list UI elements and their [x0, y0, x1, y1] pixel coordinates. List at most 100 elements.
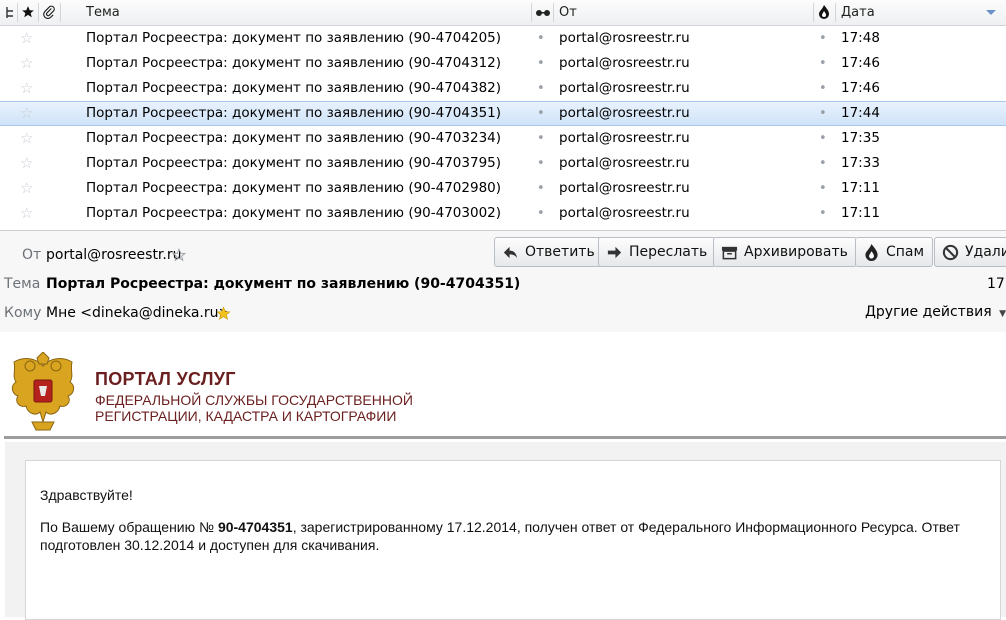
to-value[interactable]: Мне <dineka@dineka.ru>	[46, 305, 230, 321]
junk-dot-icon[interactable]: •	[819, 102, 827, 125]
unread-dot-icon[interactable]: •	[537, 151, 545, 176]
more-actions-label: Другие действия	[864, 304, 992, 320]
content-box: Здравствуйте! По Вашему обращению № 90-4…	[25, 460, 1001, 620]
message-time: 17:	[987, 276, 1006, 292]
read-column-header[interactable]	[535, 0, 551, 25]
unread-dot-icon[interactable]: •	[537, 76, 545, 101]
paperclip-icon	[43, 5, 55, 19]
message-row[interactable]: ☆ Портал Росреестра: документ по заявлени…	[0, 26, 1006, 51]
glasses-icon	[536, 10, 550, 16]
message-date: 17:46	[841, 55, 880, 71]
message-sender: portal@rosreestr.ru	[559, 130, 690, 146]
paragraph-suffix: , зарегистрированному 17.12.2014, получе…	[292, 519, 960, 535]
junk-dot-icon[interactable]: •	[819, 176, 827, 201]
message-row[interactable]: ☆ Портал Росреестра: документ по заявлени…	[0, 151, 1006, 176]
reply-button[interactable]: Ответить	[494, 237, 604, 267]
forward-button[interactable]: Переслать	[598, 237, 717, 267]
subject-label: Тема	[4, 276, 41, 292]
star-icon[interactable]: ☆	[20, 76, 34, 101]
archive-button-label: Архивировать	[744, 244, 848, 260]
message-row[interactable]: ☆ Портал Росреестра: документ по заявлени…	[0, 51, 1006, 76]
message-row[interactable]: ☆ Портал Росреестра: документ по заявлени…	[0, 101, 1006, 126]
star-icon[interactable]: ☆	[20, 201, 34, 226]
from-label: От	[22, 247, 42, 263]
message-sender: portal@rosreestr.ru	[559, 30, 690, 46]
star-icon[interactable]: ☆	[20, 151, 34, 176]
message-paragraph: По Вашему обращению № 90-4704351, зареги…	[40, 518, 1000, 554]
archive-button[interactable]: Архивировать	[713, 237, 857, 267]
message-sender: portal@rosreestr.ru	[559, 105, 690, 121]
dropdown-arrow-icon: ▼	[999, 309, 1006, 319]
request-number: 90-4704351	[217, 519, 293, 535]
star-icon[interactable]	[172, 248, 186, 262]
archive-box-icon	[721, 246, 738, 260]
message-subject: Портал Росреестра: документ по заявлению…	[86, 180, 502, 196]
more-actions-menu[interactable]: Другие действия ▼	[865, 304, 1006, 320]
message-date: 17:48	[841, 30, 880, 46]
message-row[interactable]: ☆ Портал Росреестра: документ по заявлени…	[0, 176, 1006, 201]
message-sender: portal@rosreestr.ru	[559, 155, 690, 171]
message-date: 17:44	[841, 105, 880, 121]
star-icon[interactable]: ☆	[20, 126, 34, 151]
message-date: 17:11	[841, 205, 880, 221]
star-icon[interactable]: ☆	[20, 51, 34, 76]
message-subject: Портал Росреестра: документ по заявлению…	[86, 80, 502, 96]
message-date: 17:35	[841, 130, 880, 146]
junk-dot-icon[interactable]: •	[819, 51, 827, 76]
delete-button-label: Удали	[965, 244, 1006, 260]
star-icon[interactable]: ☆	[20, 176, 34, 201]
content-wrapper: Здравствуйте! По Вашему обращению № 90-4…	[5, 442, 1006, 620]
message-list[interactable]: Тема От Дата ☆ Портал Росреестра: докумен…	[0, 0, 1006, 229]
message-sender: portal@rosreestr.ru	[559, 180, 690, 196]
delete-button[interactable]: Удали	[934, 237, 1006, 267]
message-subject: Портал Росреестра: документ по заявлению…	[86, 105, 502, 121]
unread-dot-icon[interactable]: •	[537, 51, 545, 76]
message-row[interactable]: ☆ Портал Росреестра: документ по заявлени…	[0, 126, 1006, 151]
message-row[interactable]: ☆ Портал Росреестра: документ по заявлени…	[0, 201, 1006, 226]
junk-button[interactable]: Спам	[855, 237, 934, 267]
junk-dot-icon[interactable]: •	[819, 26, 827, 51]
message-subject: Портал Росреестра: документ по заявлению…	[86, 155, 502, 171]
delete-circle-icon	[942, 244, 959, 261]
message-subject: Портал Росреестра: документ по заявлению…	[86, 130, 502, 146]
unread-dot-icon[interactable]: •	[537, 26, 545, 51]
to-label: Кому	[4, 305, 42, 321]
message-list-header: Тема От Дата	[0, 0, 1006, 26]
sort-descending-icon[interactable]	[986, 10, 996, 15]
junk-dot-icon[interactable]: •	[819, 201, 827, 226]
message-body: ПОРТАЛ УСЛУГ ФЕДЕРАЛЬНОЙ СЛУЖБЫ ГОСУДАРС…	[0, 332, 1006, 620]
reply-button-label: Ответить	[525, 244, 595, 260]
thread-column-header[interactable]	[4, 0, 16, 25]
star-icon[interactable]: ☆	[20, 102, 34, 125]
message-subject: Портал Росреестра: документ по заявлению…	[86, 30, 502, 46]
star-icon[interactable]	[216, 306, 231, 321]
unread-dot-icon[interactable]: •	[537, 176, 545, 201]
message-date: 17:46	[841, 80, 880, 96]
subject-column-header[interactable]: Тема	[86, 0, 120, 25]
junk-dot-icon[interactable]: •	[819, 151, 827, 176]
star-column-header[interactable]	[20, 0, 36, 25]
from-value[interactable]: portal@rosreestr.ru	[46, 247, 181, 263]
junk-button-label: Спам	[886, 244, 925, 260]
paragraph-prefix: По Вашему обращению №	[40, 519, 218, 535]
junk-dot-icon[interactable]: •	[819, 76, 827, 101]
message-header-pane: От portal@rosreestr.ru Ответить Переслат…	[0, 230, 1006, 333]
paragraph-line2: подготовлен 30.12.2014 и доступен для ск…	[40, 537, 380, 553]
attachment-column-header[interactable]	[41, 0, 57, 25]
forward-button-label: Переслать	[629, 244, 708, 260]
reply-arrow-icon	[503, 246, 518, 259]
date-column-header[interactable]: Дата	[841, 0, 875, 25]
from-column-header[interactable]: От	[559, 0, 577, 25]
message-row[interactable]: ☆ Портал Росреестра: документ по заявлени…	[0, 76, 1006, 101]
banner-divider	[4, 436, 1006, 439]
message-date: 17:11	[841, 180, 880, 196]
banner-subtitle-line2: РЕГИСТРАЦИИ, КАДАСТРА И КАРТОГРАФИИ	[95, 408, 397, 424]
unread-dot-icon[interactable]: •	[537, 102, 545, 125]
unread-dot-icon[interactable]: •	[537, 126, 545, 151]
unread-dot-icon[interactable]: •	[537, 201, 545, 226]
junk-column-header[interactable]	[817, 0, 833, 25]
russian-coat-of-arms-logo	[11, 352, 75, 431]
junk-dot-icon[interactable]: •	[819, 126, 827, 151]
greeting-text: Здравствуйте!	[40, 487, 133, 503]
star-icon[interactable]: ☆	[20, 26, 34, 51]
